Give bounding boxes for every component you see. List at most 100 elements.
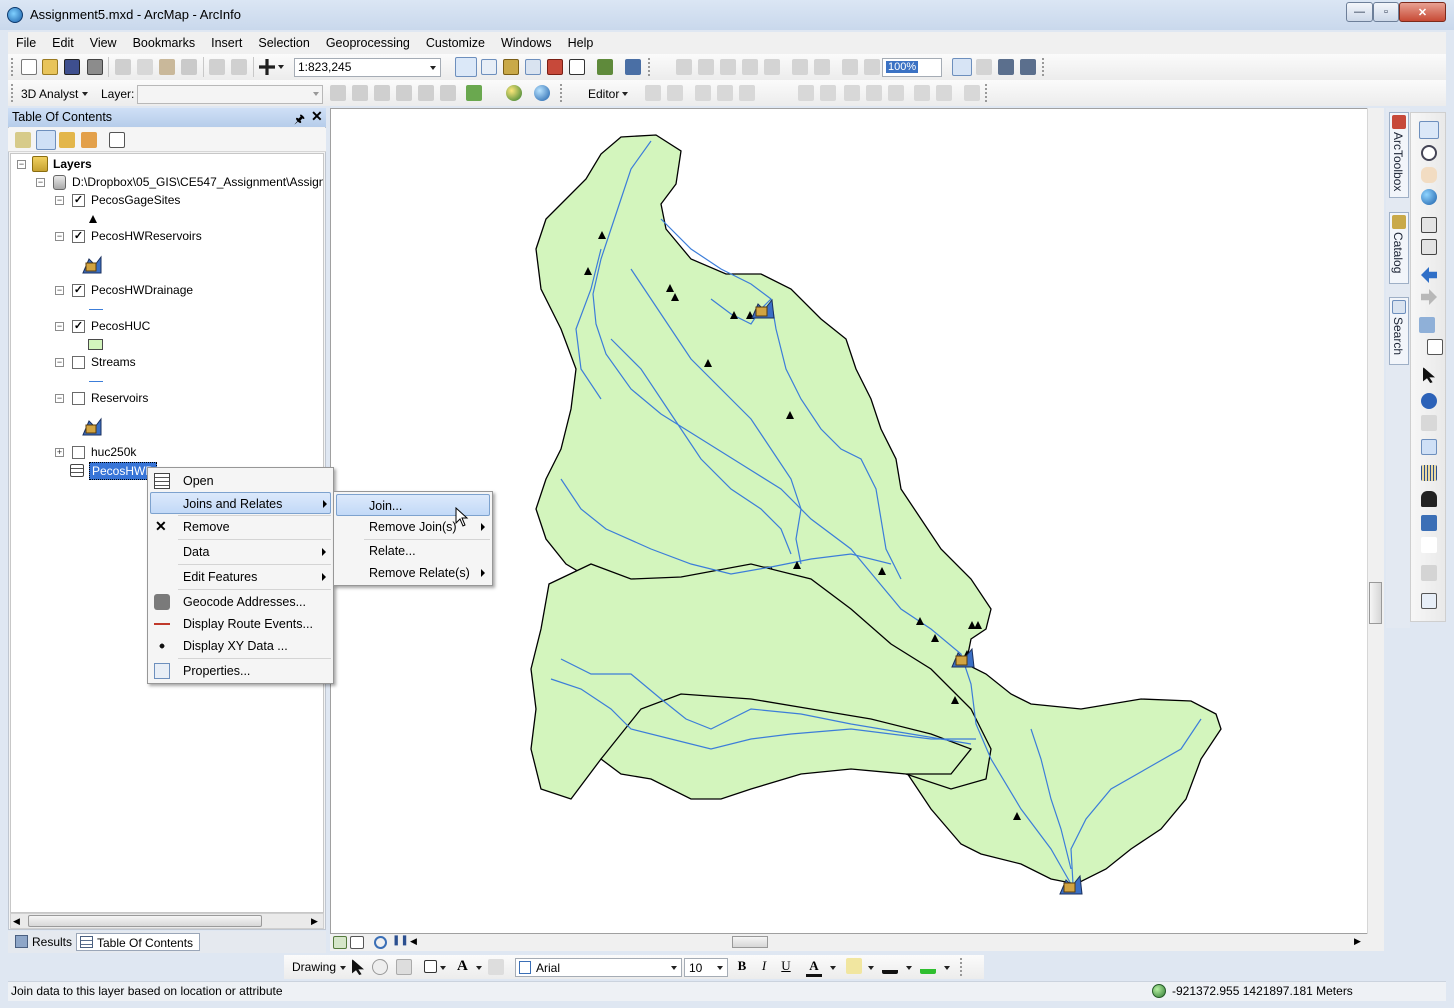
search-window-icon[interactable] [525, 59, 541, 75]
font-color-button[interactable]: A [806, 958, 822, 977]
chevron-down-icon[interactable] [476, 966, 482, 970]
save-icon[interactable] [64, 59, 80, 75]
font-name-combo[interactable]: Arial [515, 958, 682, 977]
model-builder-icon[interactable] [597, 59, 613, 75]
menu-item-remove[interactable]: ✕ Remove [150, 516, 331, 538]
close-button[interactable]: ✕ [1399, 2, 1446, 22]
toolbar-grip[interactable] [560, 84, 563, 102]
change-layout-icon[interactable] [998, 59, 1014, 75]
toolbar-grip[interactable] [985, 84, 988, 102]
fixed-zoom-in-icon[interactable] [1421, 217, 1437, 233]
straight-segment-icon[interactable] [695, 85, 711, 101]
create-features-icon[interactable] [964, 85, 980, 101]
chevron-down-icon[interactable] [868, 966, 874, 970]
steepest-path-icon[interactable] [352, 85, 368, 101]
dam-symbol-icon[interactable] [81, 415, 103, 437]
editor-menu[interactable]: Editor [588, 87, 619, 101]
collapse-icon[interactable]: − [36, 178, 45, 187]
triangle-symbol-icon[interactable] [89, 215, 97, 223]
marker-color-icon[interactable] [920, 958, 936, 974]
minimize-button[interactable]: — [1346, 2, 1373, 22]
data-frame-label[interactable]: Layers [53, 157, 92, 171]
chevron-down-icon[interactable] [622, 92, 628, 96]
delete-icon[interactable] [181, 59, 197, 75]
drawing-menu[interactable]: Drawing [292, 960, 336, 974]
edit-vertices-icon[interactable] [798, 85, 814, 101]
collapse-icon[interactable]: − [55, 232, 64, 241]
layer-visibility-checkbox[interactable]: ✓ [72, 230, 85, 243]
layer-name[interactable]: Reservoirs [91, 391, 148, 405]
map-scale-combo[interactable]: 1:823,245 [294, 58, 441, 77]
find-route-icon[interactable] [1421, 515, 1437, 531]
collapse-icon[interactable]: − [55, 196, 64, 205]
collapse-icon[interactable]: − [55, 286, 64, 295]
undo-icon[interactable] [209, 59, 225, 75]
list-by-drawing-order-icon[interactable] [15, 132, 31, 148]
chevron-down-icon[interactable] [440, 966, 446, 970]
toolbar-grip[interactable] [11, 84, 14, 102]
toc-options-icon[interactable] [109, 132, 125, 148]
source-path-label[interactable]: D:\Dropbox\05_GIS\CE547_Assignment\Assig… [72, 175, 323, 189]
sketch-properties-icon[interactable] [936, 85, 952, 101]
next-extent-icon[interactable] [864, 59, 880, 75]
menu-view[interactable]: View [82, 36, 125, 50]
html-popup-icon[interactable] [1421, 439, 1437, 455]
paste-icon[interactable] [159, 59, 175, 75]
copy-icon[interactable] [137, 59, 153, 75]
cut-icon[interactable] [115, 59, 131, 75]
list-by-selection-icon[interactable] [81, 132, 97, 148]
menu-file[interactable]: File [8, 36, 44, 50]
collapse-icon[interactable]: − [55, 358, 64, 367]
layer-name[interactable]: PecosHUC [91, 319, 150, 333]
line-color-icon[interactable] [882, 958, 898, 974]
globe-service-icon[interactable] [534, 85, 550, 101]
italic-button[interactable]: I [756, 958, 772, 974]
menu-item-relate[interactable]: Relate... [336, 540, 490, 562]
catalog-window-icon[interactable] [503, 59, 519, 75]
expand-icon[interactable]: + [55, 448, 64, 457]
menu-item-display-xy-data[interactable]: Display XY Data ... [150, 635, 331, 657]
layout-zoom-combo[interactable]: 100% [882, 58, 942, 77]
chevron-down-icon[interactable] [340, 966, 346, 970]
layout-view-icon[interactable] [350, 936, 364, 949]
edit-tool-icon[interactable] [645, 85, 661, 101]
clear-selection-icon[interactable] [1427, 339, 1443, 355]
menu-edit[interactable]: Edit [44, 36, 82, 50]
scroll-right-icon[interactable]: ▶ [311, 916, 318, 927]
layer-name[interactable]: PecosHWReservoirs [91, 229, 202, 243]
print-icon[interactable] [87, 59, 103, 75]
polygon-symbol-icon[interactable] [88, 339, 103, 350]
toolbar-grip[interactable] [960, 958, 963, 976]
data-view-icon[interactable] [333, 936, 347, 949]
chevron-down-icon[interactable] [82, 92, 88, 96]
line-symbol-icon[interactable] [89, 381, 103, 382]
zoom-out-fixed-icon[interactable] [698, 59, 714, 75]
pan-layout-icon[interactable] [720, 59, 736, 75]
create-viewer-icon[interactable] [1421, 593, 1437, 609]
tab-results[interactable]: Results [12, 933, 78, 951]
dam-symbol-icon[interactable] [81, 253, 103, 275]
bold-button[interactable]: B [734, 958, 750, 974]
tab-table-of-contents[interactable]: Table Of Contents [76, 933, 201, 951]
menu-item-edit-features[interactable]: Edit Features [150, 566, 331, 588]
line-symbol-icon[interactable] [89, 309, 103, 310]
zoom-out-layout-icon[interactable] [814, 59, 830, 75]
trace-icon[interactable] [739, 85, 755, 101]
redo-icon[interactable] [231, 59, 247, 75]
menu-help[interactable]: Help [560, 36, 602, 50]
layer-visibility-checkbox[interactable] [72, 446, 85, 459]
forward-extent-icon[interactable] [1421, 289, 1437, 305]
map-horizontal-scrollbar[interactable] [330, 934, 1384, 951]
interpolate-line-icon[interactable] [440, 85, 456, 101]
toolbar-grip[interactable] [1042, 58, 1045, 76]
text-tool-icon[interactable]: A [457, 958, 468, 975]
reshape-icon[interactable] [820, 85, 836, 101]
collapse-icon[interactable]: − [17, 160, 26, 169]
map-vertical-scrollbar[interactable] [1367, 108, 1384, 934]
zoom-100-icon[interactable] [764, 59, 780, 75]
menu-customize[interactable]: Customize [418, 36, 493, 50]
edit-annotation-icon[interactable] [667, 85, 683, 101]
scroll-right-icon[interactable]: ▶ [1354, 936, 1361, 947]
layer-visibility-checkbox[interactable] [72, 356, 85, 369]
callout-icon[interactable] [488, 959, 504, 975]
